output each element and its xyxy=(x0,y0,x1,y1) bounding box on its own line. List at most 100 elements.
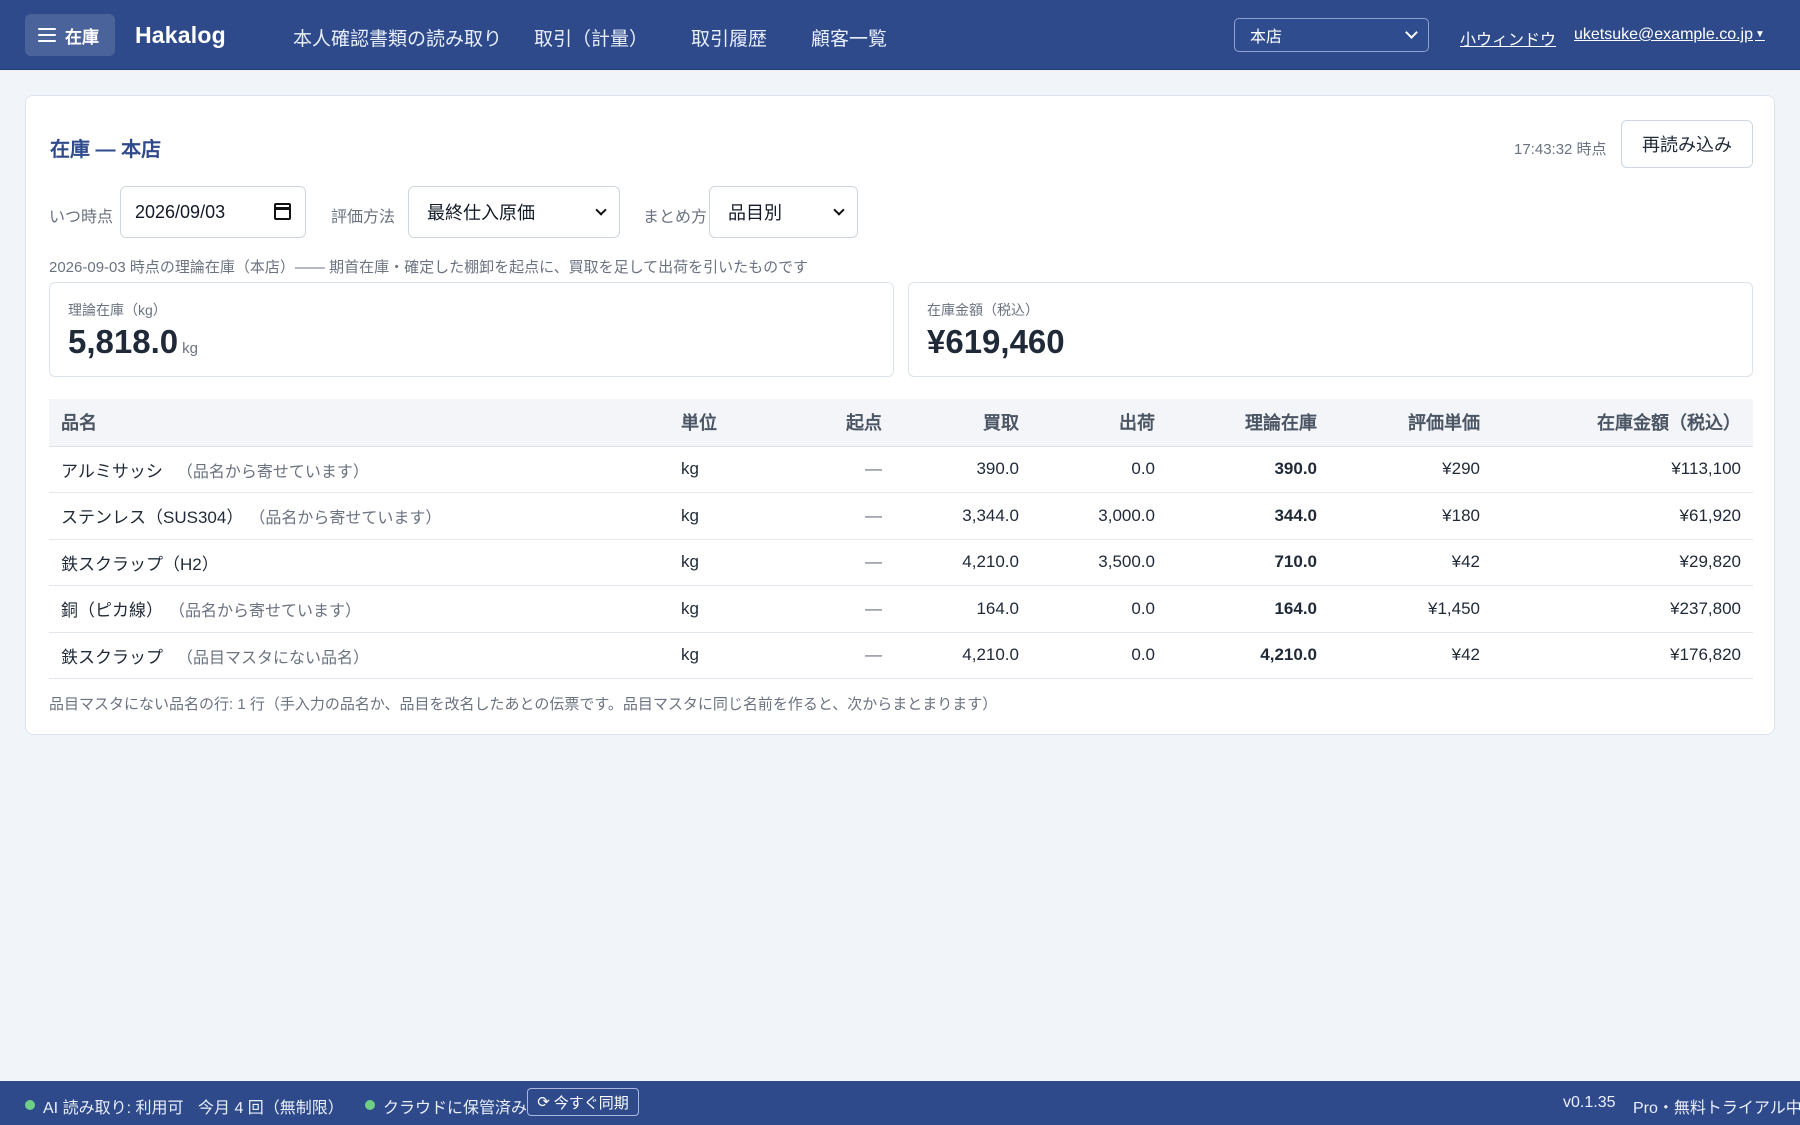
date-input[interactable]: 2026/09/03 xyxy=(120,186,306,238)
cell-stock: 164.0 xyxy=(1167,585,1329,633)
item-name: ステンレス（SUS304） xyxy=(61,508,244,528)
cell-unit: kg xyxy=(669,492,779,540)
cell-buy: 3,344.0 xyxy=(894,492,1031,540)
nav-link-transaction[interactable]: 取引（計量） xyxy=(534,24,648,51)
sync-now-button[interactable]: ⟳ 今すぐ同期 xyxy=(527,1088,639,1116)
plan-status: Pro・無料トライアル中 xyxy=(1633,1100,1800,1117)
cell-origin: — xyxy=(779,632,894,679)
cell-ship: 0.0 xyxy=(1031,446,1167,493)
cell-stock: 344.0 xyxy=(1167,492,1329,540)
table-row: ステンレス（SUS304） （品名から寄せています） kg — 3,344.0 3… xyxy=(49,492,1753,540)
col-header-unit: 単位 xyxy=(669,399,779,447)
cell-unit: kg xyxy=(669,632,779,679)
cell-ship: 0.0 xyxy=(1031,585,1167,633)
date-value: 2026/09/03 xyxy=(135,201,226,222)
col-header-price: 評価単価 xyxy=(1329,399,1492,447)
item-note: （品名から寄せています） xyxy=(177,603,362,621)
stock-total-value: 5,818.0 xyxy=(68,323,179,360)
grouping-value: 品目別 xyxy=(728,203,782,223)
refresh-icon: ⟳ xyxy=(537,1094,550,1111)
top-nav-bar: 在庫 Hakalog 本人確認書類の読み取り 取引（計量） 取引履歴 顧客一覧 … xyxy=(0,0,1800,70)
cell-ship: 3,000.0 xyxy=(1031,492,1167,540)
stock-label: 理論在庫（kg） xyxy=(68,302,167,318)
cell-name: 銅（ピカ線） （品名から寄せています） xyxy=(49,585,669,633)
inventory-table: 品名 単位 起点 買取 出荷 理論在庫 評価単価 在庫金額（税込） アルミサッシ… xyxy=(49,399,1753,679)
cell-price: ¥42 xyxy=(1329,632,1492,679)
grouping-select[interactable]: 品目別 xyxy=(709,186,858,238)
chevron-down-icon xyxy=(833,204,845,216)
item-name: 銅（ピカ線） xyxy=(61,601,163,621)
col-header-amount: 在庫金額（税込） xyxy=(1492,399,1753,447)
table-row: 銅（ピカ線） （品名から寄せています） kg — 164.0 0.0 164.0 … xyxy=(49,585,1753,633)
cell-amount: ¥176,820 xyxy=(1492,632,1753,679)
cell-price: ¥290 xyxy=(1329,446,1492,493)
calendar-icon[interactable] xyxy=(274,203,291,220)
cell-buy: 164.0 xyxy=(894,585,1031,633)
menu-button[interactable]: 在庫 xyxy=(25,14,115,56)
page-title: 在庫 — 本店 xyxy=(50,139,162,161)
col-header-origin: 起点 xyxy=(779,399,894,447)
account-email: uketsuke@example.co.jp xyxy=(1574,26,1753,43)
method-label: 評価方法 xyxy=(331,209,396,226)
item-name: アルミサッシ xyxy=(61,461,163,481)
col-header-buy: 買取 xyxy=(894,399,1031,447)
cell-price: ¥42 xyxy=(1329,539,1492,586)
nav-link-history[interactable]: 取引履歴 xyxy=(691,24,767,51)
table-row: 鉄スクラップ（H2） kg — 4,210.0 3,500.0 710.0 ¥4… xyxy=(49,539,1753,586)
cell-buy: 390.0 xyxy=(894,446,1031,493)
stock-unit: kg xyxy=(182,340,198,357)
item-note: （品名から寄せています） xyxy=(257,510,442,528)
caret-down-icon: ▼ xyxy=(1755,29,1765,40)
cell-price: ¥180 xyxy=(1329,492,1492,540)
item-note: （品名から寄せています） xyxy=(176,463,369,481)
cell-unit: kg xyxy=(669,446,779,493)
item-name: 鉄スクラップ xyxy=(61,647,163,667)
cell-ship: 0.0 xyxy=(1031,632,1167,679)
app-brand: Hakalog xyxy=(135,22,226,48)
item-note: （品目マスタにない品名） xyxy=(177,649,370,667)
cell-name: 鉄スクラップ （品目マスタにない品名） xyxy=(49,632,669,679)
valuation-method-value: 最終仕入原価 xyxy=(427,203,535,223)
inventory-card: 在庫 — 本店 17:43:32 時点 再読み込み いつ時点 2026/09/0… xyxy=(25,95,1775,735)
cell-stock: 4,210.0 xyxy=(1167,632,1329,679)
store-select-value: 本店 xyxy=(1250,29,1283,46)
cell-name: ステンレス（SUS304） （品名から寄せています） xyxy=(49,492,669,540)
chevron-down-icon xyxy=(1405,26,1418,39)
cell-unit: kg xyxy=(669,585,779,633)
cell-ship: 3,500.0 xyxy=(1031,539,1167,586)
table-footnote: 品目マスタにない品名の行: 1 行（手入力の品名か、品目を改名したあとの伝票です… xyxy=(49,696,998,713)
col-header-ship: 出荷 xyxy=(1031,399,1167,447)
reload-button[interactable]: 再読み込み xyxy=(1621,120,1753,168)
amount-label: 在庫金額（税込） xyxy=(927,302,1039,318)
valuation-method-select[interactable]: 最終仕入原価 xyxy=(408,186,620,238)
group-label: まとめ方 xyxy=(643,209,708,226)
cloud-status: クラウドに保管済み xyxy=(383,1100,528,1117)
cell-origin: — xyxy=(779,539,894,586)
cell-unit: kg xyxy=(669,539,779,586)
nav-link-customers[interactable]: 顧客一覧 xyxy=(811,24,887,51)
monthly-usage: 今月 4 回（無制限） xyxy=(198,1100,344,1117)
table-row: 鉄スクラップ （品目マスタにない品名） kg — 4,210.0 0.0 4,21… xyxy=(49,632,1753,679)
account-menu[interactable]: uketsuke@example.co.jp ▼ xyxy=(1574,26,1765,44)
cell-buy: 4,210.0 xyxy=(894,632,1031,679)
cell-stock: 390.0 xyxy=(1167,446,1329,493)
date-label: いつ時点 xyxy=(49,209,114,226)
cell-amount: ¥29,820 xyxy=(1492,539,1753,586)
cell-price: ¥1,450 xyxy=(1329,585,1492,633)
last-updated-time: 17:43:32 時点 xyxy=(1514,141,1607,158)
status-bar: AI 読み取り: 利用可 今月 4 回（無制限） クラウドに保管済み ⟳ 今すぐ… xyxy=(0,1081,1800,1125)
nav-link-id-reading[interactable]: 本人確認書類の読み取り xyxy=(293,24,502,51)
amount-total: ¥619,460 xyxy=(927,323,1065,360)
small-window-link[interactable]: 小ウィンドウ xyxy=(1460,26,1556,50)
cloud-ok-icon xyxy=(365,1100,375,1110)
cell-amount: ¥237,800 xyxy=(1492,585,1753,633)
store-select[interactable]: 本店 xyxy=(1234,18,1429,52)
cell-buy: 4,210.0 xyxy=(894,539,1031,586)
cell-name: 鉄スクラップ（H2） xyxy=(49,539,669,586)
inventory-description: 2026-09-03 時点の理論在庫（本店）—— 期首在庫・確定した棚卸を起点に… xyxy=(49,259,809,276)
col-header-stock: 理論在庫 xyxy=(1167,399,1329,447)
cell-amount: ¥61,920 xyxy=(1492,492,1753,540)
cell-origin: — xyxy=(779,585,894,633)
cell-amount: ¥113,100 xyxy=(1492,446,1753,493)
cell-stock: 710.0 xyxy=(1167,539,1329,586)
